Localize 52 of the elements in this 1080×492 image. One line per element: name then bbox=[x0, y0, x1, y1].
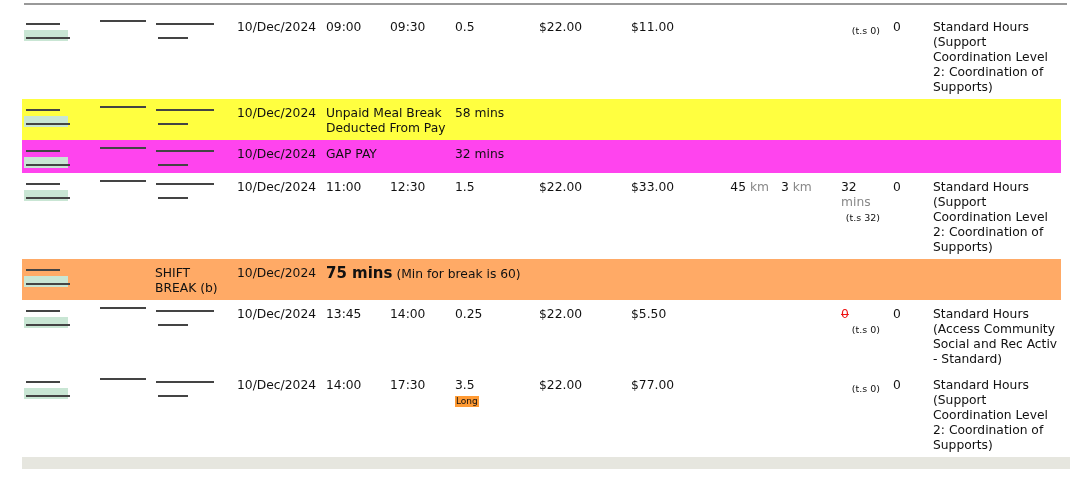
rate-cell: $22.00 bbox=[539, 20, 583, 34]
break-duration: 75 mins bbox=[326, 264, 393, 282]
service-description: Standard Hours (Support Coordination Level 2: Coordination of Supports) bbox=[933, 180, 1049, 255]
date-cell: 10/Dec/2024 bbox=[237, 307, 317, 321]
date-cell: 10/Dec/2024 bbox=[237, 106, 317, 120]
total-cell: $77.00 bbox=[631, 378, 675, 392]
count-cell: 0 bbox=[893, 180, 901, 194]
date-cell: 10/Dec/2024 bbox=[237, 147, 317, 161]
date-cell: 10/Dec/2024 bbox=[237, 378, 317, 392]
date-cell: 10/Dec/2024 bbox=[237, 20, 317, 34]
hours-value: 1.5 bbox=[455, 180, 476, 195]
break-note: (Min for break is 60) bbox=[396, 267, 521, 281]
date-cell: 10/Dec/2024 bbox=[237, 266, 317, 280]
timesheet-note: (t.s 0) bbox=[850, 24, 881, 38]
start-time: 11:00 bbox=[326, 180, 362, 194]
distance-text: 3 km bbox=[781, 180, 812, 194]
date-cell: 10/Dec/2024 bbox=[237, 180, 317, 194]
start-time: 09:00 bbox=[326, 20, 362, 34]
total-cell: $11.00 bbox=[631, 20, 675, 34]
start-time: 14:00 bbox=[326, 378, 362, 392]
total-cell: $5.50 bbox=[631, 307, 667, 321]
duration-text: 32 mins bbox=[455, 147, 505, 161]
distance-text: 45 km bbox=[730, 180, 769, 194]
hours-value: 0.25 bbox=[455, 307, 484, 322]
timesheet-note: (t.s 0) bbox=[850, 382, 881, 396]
service-description: Standard Hours (Support Coordination Level 2: Coordination of Supports) bbox=[933, 378, 1049, 453]
count-cell: 0 bbox=[893, 378, 901, 392]
end-time: 17:30 bbox=[390, 378, 426, 392]
timesheet-note: (t.s 0) bbox=[850, 323, 881, 337]
adjustment-label: Unpaid Meal Break Deducted From Pay bbox=[326, 106, 447, 136]
rate-cell: $22.00 bbox=[539, 180, 583, 194]
duration-text: 58 mins bbox=[455, 106, 505, 120]
service-description: Standard Hours (Support Coordination Level 2: Coordination of Supports) bbox=[933, 20, 1049, 95]
total-cell: $33.00 bbox=[631, 180, 675, 194]
redacted-text-drawing bbox=[24, 266, 70, 288]
adjustment-label: GAP PAY bbox=[326, 147, 378, 162]
start-time: 13:45 bbox=[326, 307, 362, 321]
travel-minutes: 32 mins bbox=[841, 180, 872, 210]
end-time: 09:30 bbox=[390, 20, 426, 34]
timesheet-note: (t.s 32) bbox=[844, 211, 881, 225]
hours-value: 3.5 bbox=[455, 378, 476, 393]
end-time: 12:30 bbox=[390, 180, 426, 194]
service-description: Standard Hours (Access Community Social and Rec Activ - Standard) bbox=[933, 307, 1058, 367]
count-cell: 0 bbox=[893, 20, 901, 34]
break-label: SHIFT BREAK (b) bbox=[155, 266, 219, 296]
travel-minutes: 0 bbox=[841, 307, 850, 322]
long-badge: Long bbox=[455, 396, 479, 407]
end-time: 14:00 bbox=[390, 307, 426, 321]
rate-cell: $22.00 bbox=[539, 378, 583, 392]
count-cell: 0 bbox=[893, 307, 901, 321]
rate-cell: $22.00 bbox=[539, 307, 583, 321]
hours-value: 0.5 bbox=[455, 20, 476, 35]
